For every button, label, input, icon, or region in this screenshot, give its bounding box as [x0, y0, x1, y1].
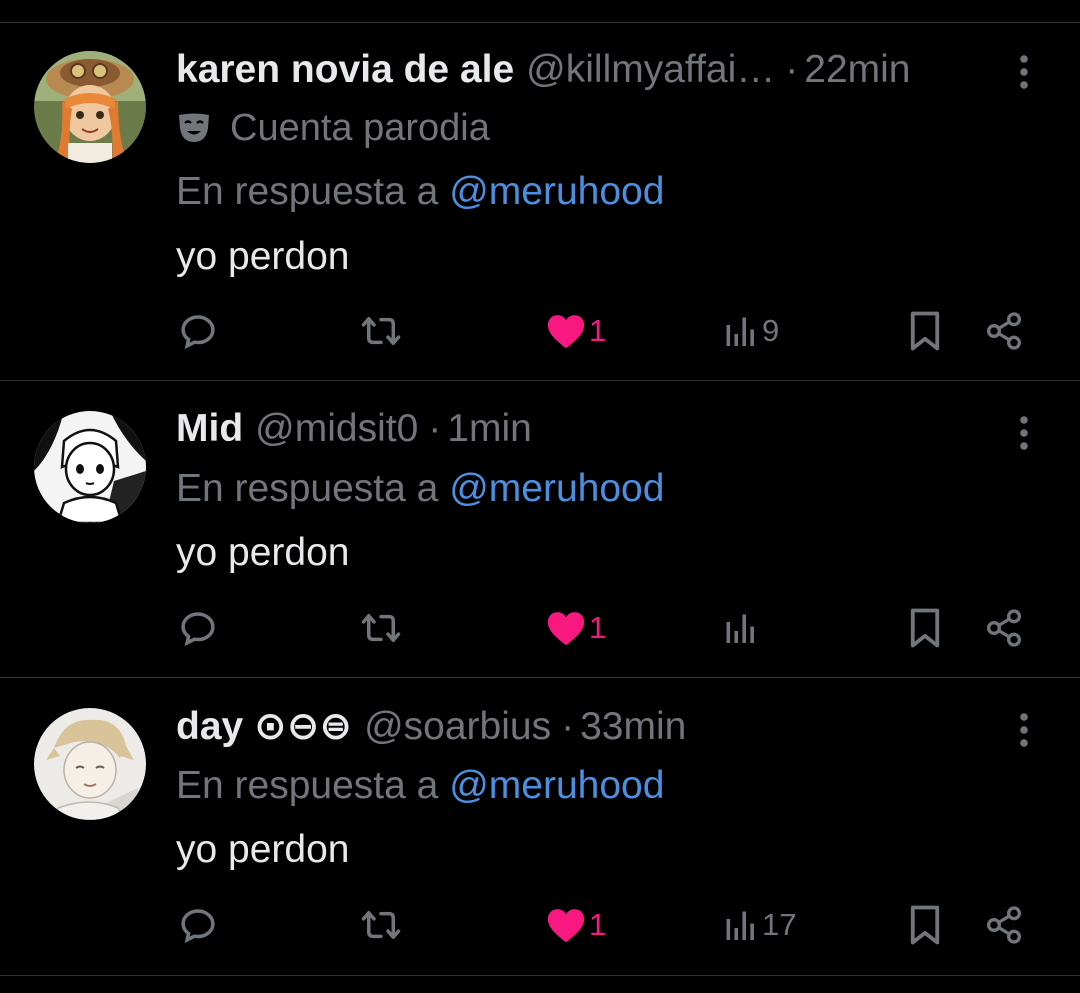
bookmark-button[interactable]	[906, 603, 944, 653]
share-icon	[986, 609, 1022, 647]
avatar[interactable]	[34, 51, 146, 163]
retweet-button[interactable]	[358, 306, 404, 356]
more-options-button[interactable]	[1008, 705, 1040, 755]
avatar[interactable]	[34, 411, 146, 523]
avatar[interactable]	[34, 708, 146, 820]
share-button[interactable]	[984, 900, 1024, 950]
display-name[interactable]: karen novia de ale	[176, 45, 514, 95]
tweet-header: Mid @midsit0 · 1min	[176, 404, 990, 454]
user-handle[interactable]: @killmyaffai…	[526, 45, 775, 95]
bookmark-icon	[910, 905, 940, 945]
reply-context: En respuesta a @meruhood	[176, 762, 664, 810]
more-options-button[interactable]	[1008, 408, 1040, 458]
separator-dot: ·	[428, 407, 442, 450]
reply-mention-link[interactable]: @meruhood	[449, 764, 664, 807]
timestamp[interactable]: 33min	[580, 702, 686, 752]
views-chart-icon	[726, 317, 754, 346]
reply-context: En respuesta a @meruhood	[176, 465, 664, 513]
views-button[interactable]	[722, 603, 762, 653]
tweet-header: day ⊙⊖⊜ @soarbius · 33min	[176, 702, 990, 752]
tweet-card[interactable]: karen novia de ale @killmyaffai… · 22min…	[0, 23, 1080, 381]
tweet-card[interactable]: day ⊙⊖⊜ @soarbius · 33min En respuesta a…	[0, 678, 1080, 976]
separator-dot: ·	[561, 705, 575, 748]
timestamp[interactable]: 22min	[804, 45, 910, 95]
bookmark-button[interactable]	[906, 900, 944, 950]
user-handle[interactable]: @midsit0	[255, 404, 418, 454]
reply-button[interactable]	[177, 306, 219, 356]
reply-mention-link[interactable]: @meruhood	[449, 170, 664, 213]
parody-label-text: Cuenta parodia	[230, 106, 490, 149]
user-handle[interactable]: @soarbius	[364, 702, 551, 752]
retweet-button[interactable]	[358, 900, 404, 950]
separator-dot: ·	[785, 48, 799, 91]
display-name[interactable]: day ⊙⊖⊜	[176, 702, 352, 752]
reply-button[interactable]	[177, 603, 219, 653]
timestamp[interactable]: 1min	[447, 404, 532, 454]
action-bar: 1 9	[0, 306, 1080, 356]
retweet-icon	[361, 317, 401, 345]
tweet-text: yo perdon	[176, 828, 350, 871]
parody-account-label: Cuenta parodia	[176, 105, 490, 151]
share-button[interactable]	[984, 306, 1024, 356]
tweet-card[interactable]: Mid @midsit0 · 1min En respuesta a @meru…	[0, 381, 1080, 678]
like-count: 1	[589, 610, 607, 645]
tweet-header: karen novia de ale @killmyaffai… · 22min	[176, 45, 990, 95]
more-vertical-icon	[1020, 713, 1028, 747]
reply-prefix: En respuesta a	[176, 764, 439, 807]
views-chart-icon	[726, 614, 754, 643]
bookmark-icon	[910, 608, 940, 648]
bookmark-icon	[910, 311, 940, 351]
like-button[interactable]: 1	[545, 306, 606, 356]
like-count: 1	[589, 907, 607, 942]
reply-bubble-icon	[181, 315, 215, 350]
retweet-icon	[361, 911, 401, 939]
share-button[interactable]	[984, 603, 1024, 653]
action-bar: 1 17	[0, 900, 1080, 950]
share-icon	[986, 312, 1022, 350]
more-options-button[interactable]	[1008, 47, 1040, 97]
bookmark-button[interactable]	[906, 306, 944, 356]
reply-button[interactable]	[177, 900, 219, 950]
reply-bubble-icon	[181, 909, 215, 944]
theater-mask-icon	[176, 112, 212, 144]
tweet-text: yo perdon	[176, 531, 350, 574]
views-button[interactable]: 9	[722, 306, 779, 356]
reply-prefix: En respuesta a	[176, 170, 439, 213]
view-count: 9	[762, 313, 780, 348]
reply-context: En respuesta a @meruhood	[176, 168, 664, 216]
retweet-icon	[361, 614, 401, 642]
more-vertical-icon	[1020, 416, 1028, 450]
reply-bubble-icon	[181, 612, 215, 647]
reply-prefix: En respuesta a	[176, 467, 439, 510]
action-bar: 1	[0, 603, 1080, 653]
like-button[interactable]: 1	[545, 603, 606, 653]
more-vertical-icon	[1020, 55, 1028, 89]
display-name[interactable]: Mid	[176, 404, 243, 454]
like-count: 1	[589, 313, 607, 348]
retweet-button[interactable]	[358, 603, 404, 653]
views-button[interactable]: 17	[722, 900, 796, 950]
views-chart-icon	[726, 911, 754, 940]
view-count: 17	[762, 907, 797, 942]
heart-filled-icon	[547, 612, 585, 646]
tweet-text: yo perdon	[176, 235, 350, 278]
like-button[interactable]: 1	[545, 900, 606, 950]
share-icon	[986, 906, 1022, 944]
reply-mention-link[interactable]: @meruhood	[449, 467, 664, 510]
heart-filled-icon	[547, 909, 585, 943]
heart-filled-icon	[547, 315, 585, 349]
